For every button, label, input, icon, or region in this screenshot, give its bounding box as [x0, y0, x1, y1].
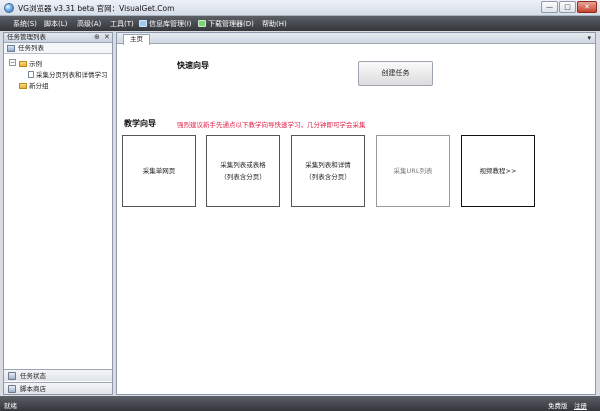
card-url-list-label: 采集URL列表: [393, 167, 433, 175]
register-link[interactable]: 注册: [574, 400, 587, 410]
menu-tools[interactable]: 工具(T): [110, 19, 134, 29]
title-bar: VG浏览器 v3.31 beta 官网：VisualGet.Com — □ ✕: [0, 0, 600, 16]
status-text: 就绪: [4, 402, 17, 410]
menu-bar: 系统(S) 脚本(L) 高级(A) 工具(T) 信息库管理(I) 下载管理器(D…: [0, 16, 600, 31]
hourglass-icon: [8, 372, 16, 380]
tree-task-item-label: 采集分页列表和详情学习: [36, 71, 108, 79]
edition-label: 免费版: [548, 402, 568, 410]
card-list-detail[interactable]: 采集列表和详情 （列表含分页）: [291, 135, 365, 207]
download-icon: [198, 20, 206, 27]
app-logo-icon: [4, 3, 14, 13]
menu-database-label: 信息库管理(I): [149, 20, 192, 28]
task-sidebar: 任务管理列表 ⊕ ✕ 任务列表 − 示例 采集分页列表和详情学习 新分组 任务状…: [3, 32, 113, 395]
tutorial-wizard-title: 教学向导: [124, 119, 156, 128]
task-tree: − 示例 采集分页列表和详情学习 新分组: [4, 54, 112, 364]
tutorial-hint: 强烈建议新手先通点以下教学向导快速学习，几分钟即可学会采集: [177, 121, 366, 129]
card-url-list[interactable]: 采集URL列表: [376, 135, 450, 207]
maximize-button[interactable]: □: [559, 1, 576, 13]
menu-script[interactable]: 脚本(L): [44, 19, 67, 29]
task-list-icon: [7, 45, 15, 52]
tree-folder-new-group[interactable]: 新分组: [19, 80, 49, 90]
card-list-table-label: 采集列表或表格: [220, 161, 266, 169]
main-document-area: 主页 ▾ 快速向导 创建任务 教学向导 强烈建议新手先通点以下教学向导快速学习，…: [116, 32, 596, 395]
sidebar-title: 任务管理列表: [7, 33, 46, 41]
card-list-detail-sub: （列表含分页）: [305, 173, 351, 181]
window-title: VG浏览器 v3.31 beta 官网：VisualGet.Com: [18, 4, 175, 13]
tab-task-list-label: 任务列表: [18, 44, 44, 52]
sidebar-close-icon[interactable]: ✕: [104, 33, 110, 42]
task-file-icon: [28, 71, 34, 78]
card-list-table[interactable]: 采集列表或表格 （列表含分页）: [206, 135, 280, 207]
minimize-button[interactable]: —: [541, 1, 558, 13]
menu-download-label: 下载管理器(D): [208, 20, 254, 28]
database-icon: [139, 20, 147, 27]
create-task-button[interactable]: 创建任务: [358, 61, 433, 86]
menu-database[interactable]: 信息库管理(I): [139, 19, 192, 29]
quick-wizard-title: 快速向导: [177, 61, 209, 70]
menu-download[interactable]: 下载管理器(D): [198, 19, 254, 29]
tree-folder-new-group-label: 新分组: [29, 82, 49, 90]
script-store-panel-button[interactable]: 脚本商店: [4, 382, 112, 394]
card-list-detail-label: 采集列表和详情: [305, 161, 351, 169]
card-video-tutorial[interactable]: 视频教程>>: [461, 135, 535, 207]
card-video-tutorial-label: 视频教程>>: [479, 167, 517, 175]
close-button[interactable]: ✕: [577, 1, 597, 13]
menu-advanced[interactable]: 高级(A): [77, 19, 101, 29]
status-bar: 就绪 免费版 注册: [0, 396, 600, 411]
script-store-label: 脚本商店: [20, 385, 46, 393]
tree-folder-example-label: 示例: [29, 60, 42, 68]
menu-help[interactable]: 帮助(H): [262, 19, 287, 29]
tab-dropdown-icon[interactable]: ▾: [587, 34, 591, 42]
menu-system[interactable]: 系统(S): [13, 19, 37, 29]
card-list-table-sub: （列表含分页）: [220, 173, 266, 181]
folder-icon: [19, 83, 27, 89]
task-status-panel-button[interactable]: 任务状态: [4, 369, 112, 381]
tab-home[interactable]: 主页: [123, 34, 150, 45]
tree-folder-example[interactable]: 示例: [19, 58, 42, 68]
tree-expander[interactable]: −: [9, 59, 16, 66]
store-icon: [8, 385, 16, 393]
tree-task-item[interactable]: 采集分页列表和详情学习: [28, 69, 108, 79]
tab-task-list[interactable]: 任务列表: [4, 43, 112, 54]
card-single-page-label: 采集单网页: [142, 167, 176, 175]
folder-icon: [19, 61, 27, 67]
sidebar-header: 任务管理列表 ⊕ ✕: [4, 33, 112, 43]
pin-icon[interactable]: ⊕: [94, 33, 100, 42]
card-single-page[interactable]: 采集单网页: [122, 135, 196, 207]
task-status-label: 任务状态: [20, 372, 46, 380]
tab-strip: 主页 ▾: [117, 33, 595, 45]
